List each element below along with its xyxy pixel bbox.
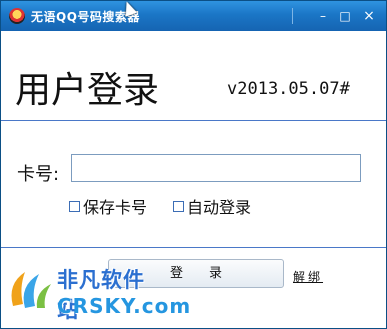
watermark: 非凡软件站 CRSKY.com xyxy=(5,256,190,326)
card-number-input[interactable] xyxy=(71,154,361,182)
card-number-label: 卡号: xyxy=(17,164,60,185)
app-icon xyxy=(9,8,25,24)
unbind-link[interactable]: 解绑 xyxy=(293,268,323,285)
save-card-option[interactable]: 保存卡号 xyxy=(69,194,147,218)
app-window: 无语QQ号码搜索器 – □ × 用户登录 v2013.05.07# 卡号: 保存… xyxy=(0,0,387,329)
close-button[interactable]: × xyxy=(361,8,377,24)
auto-login-label: 自动登录 xyxy=(187,198,252,217)
title-bar[interactable]: 无语QQ号码搜索器 – □ × xyxy=(1,1,386,31)
version-label: v2013.05.07# xyxy=(227,79,350,99)
watermark-en: CRSKY.com xyxy=(57,294,192,318)
page-title: 用户登录 xyxy=(15,70,160,111)
minimize-button[interactable]: – xyxy=(315,8,331,24)
divider-bottom xyxy=(1,247,386,248)
titlebar-divider xyxy=(292,8,293,24)
save-card-checkbox[interactable] xyxy=(69,200,80,212)
maximize-button[interactable]: □ xyxy=(337,8,353,24)
divider-top xyxy=(1,120,386,121)
auto-login-option[interactable]: 自动登录 xyxy=(173,194,251,218)
auto-login-checkbox[interactable] xyxy=(173,200,184,212)
crsky-logo-icon xyxy=(11,272,51,308)
save-card-label: 保存卡号 xyxy=(83,198,148,217)
